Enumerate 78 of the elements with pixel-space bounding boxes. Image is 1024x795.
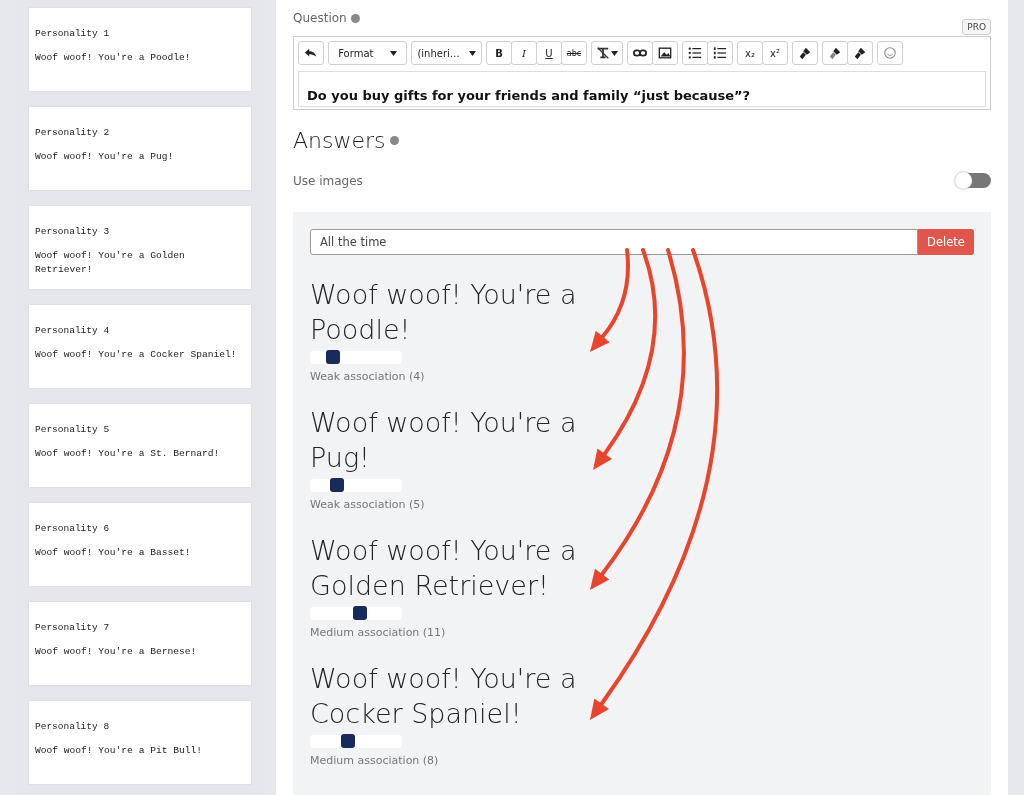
- personality-card[interactable]: Personality 6 Woof woof! You're a Basset!: [28, 502, 252, 587]
- personality-label: Personality 8: [35, 721, 111, 732]
- association-slider[interactable]: [310, 479, 402, 492]
- association-label: Weak association (4): [310, 370, 426, 383]
- info-icon: [389, 136, 399, 145]
- strikethrough-button[interactable]: abc: [561, 41, 587, 65]
- format-dropdown[interactable]: Format: [328, 41, 407, 65]
- personality-label: Personality 2: [35, 127, 111, 138]
- underline-button[interactable]: U: [536, 41, 562, 65]
- bullets-button[interactable]: [682, 41, 708, 65]
- use-images-toggle[interactable]: [956, 173, 991, 188]
- personality-title: Woof woof! You're a Golden Retriever!: [310, 534, 578, 603]
- info-icon: [350, 13, 360, 23]
- brush-icon: [798, 46, 812, 60]
- association-label: Medium association (11): [310, 626, 447, 639]
- link-button[interactable]: [627, 41, 653, 65]
- pro-badge: PRO: [962, 19, 991, 35]
- personality-text: Woof woof! You're a Golden Retriever!: [35, 249, 186, 277]
- association-slider[interactable]: [310, 351, 402, 364]
- caret-icon: [468, 50, 476, 56]
- personality-label: Personality 1: [35, 28, 111, 39]
- bold-button[interactable]: B: [486, 41, 512, 65]
- association-slider[interactable]: [310, 607, 402, 620]
- clear-format-icon: [596, 46, 610, 60]
- bullet-list-icon: [688, 46, 702, 60]
- personality-label: Personality 7: [35, 622, 111, 633]
- personality-label: Personality 6: [35, 523, 111, 534]
- brush-button[interactable]: [822, 41, 848, 65]
- brush-button[interactable]: [792, 41, 818, 65]
- association-label: Medium association (8): [310, 754, 440, 767]
- personality-card[interactable]: Personality 2 Woof woof! You're a Pug!: [28, 106, 252, 191]
- question-text[interactable]: Do you buy gifts for your friends and family “just because”?: [298, 71, 986, 107]
- answer-input[interactable]: All the time: [310, 229, 918, 255]
- personality-label: Personality 3: [35, 226, 111, 237]
- smiley-icon: [883, 46, 897, 60]
- personality-text: Woof woof! You're a Cocker Spaniel!: [35, 348, 238, 362]
- personality-text: Woof woof! You're a Poodle!: [35, 51, 192, 65]
- superscript-button[interactable]: x²: [762, 41, 788, 65]
- image-icon: [658, 46, 672, 60]
- question-label: Question: [293, 11, 347, 25]
- answers-heading: Answers: [293, 128, 386, 153]
- personality-title: Woof woof! You're a Pug!: [310, 406, 578, 475]
- personality-text: Woof woof! You're a Basset!: [35, 546, 192, 560]
- personality-text: Woof woof! You're a St. Bernard!: [35, 447, 221, 461]
- association-slider[interactable]: [310, 735, 402, 748]
- brush-icon: [828, 46, 842, 60]
- association-label: Weak association (5): [310, 498, 426, 511]
- format-dropdown[interactable]: (inheri…: [411, 41, 482, 65]
- personality-text: Woof woof! You're a Bernese!: [35, 645, 198, 659]
- caret-icon: [611, 50, 618, 56]
- personality-text: Woof woof! You're a Pug!: [35, 150, 175, 164]
- personality-card[interactable]: Personality 5 Woof woof! You're a St. Bernard!: [28, 403, 252, 488]
- clear-format-button[interactable]: [591, 41, 623, 65]
- personality-text: Woof woof! You're a Pit Bull!: [35, 744, 203, 758]
- numbers-button[interactable]: [707, 41, 733, 65]
- personality-card[interactable]: Personality 1 Woof woof! You're a Poodle!: [28, 7, 252, 92]
- italic-button[interactable]: I: [511, 41, 537, 65]
- personality-title: Woof woof! You're a Cocker Spaniel!: [310, 662, 578, 731]
- undo-button[interactable]: [298, 41, 324, 65]
- personality-label: Personality 4: [35, 325, 111, 336]
- numbered-list-icon: [713, 46, 727, 60]
- slider-thumb[interactable]: [329, 478, 344, 492]
- brush-icon: [853, 46, 867, 60]
- personality-label: Personality 5: [35, 424, 111, 435]
- brush-button[interactable]: [847, 41, 873, 65]
- personality-card[interactable]: Personality 8 Woof woof! You're a Pit Bull!: [28, 700, 252, 785]
- personality-card[interactable]: Personality 3 Woof woof! You're a Golden Retriever!: [28, 205, 252, 290]
- subscript-button[interactable]: x₂: [737, 41, 763, 65]
- personality-card[interactable]: Personality 7 Woof woof! You're a Bernese!: [28, 601, 252, 686]
- caret-icon: [389, 50, 397, 56]
- slider-thumb[interactable]: [352, 606, 367, 620]
- use-images-label: Use images: [293, 173, 363, 188]
- delete-button[interactable]: Delete: [918, 229, 974, 255]
- personality-card[interactable]: Personality 4 Woof woof! You're a Cocker Spaniel!: [28, 304, 252, 389]
- image-button[interactable]: [652, 41, 678, 65]
- slider-thumb[interactable]: [341, 734, 356, 748]
- slider-thumb[interactable]: [325, 350, 340, 364]
- personality-title: Woof woof! You're a Poodle!: [310, 278, 578, 347]
